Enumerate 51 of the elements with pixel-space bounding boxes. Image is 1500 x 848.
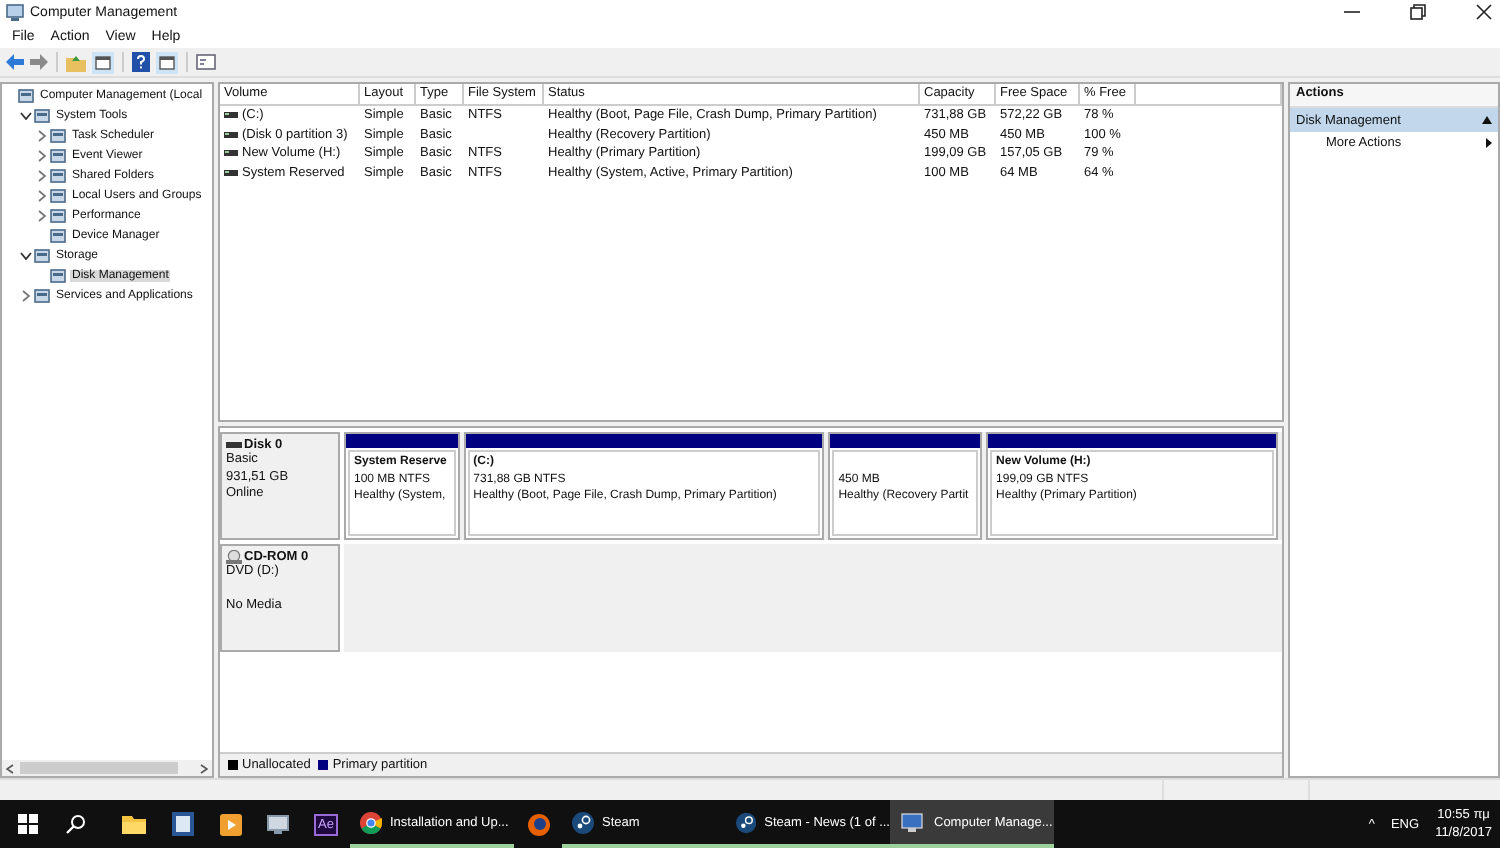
drive-icon [224, 169, 238, 176]
scroll-right-icon[interactable] [200, 763, 208, 773]
help-icon[interactable] [132, 52, 150, 72]
chevron-down-icon[interactable] [20, 112, 32, 120]
console-icon [34, 288, 50, 304]
console-icon[interactable] [196, 54, 216, 70]
forward-arrow-icon[interactable] [30, 54, 48, 70]
console-icon [50, 148, 66, 164]
console-icon [34, 108, 50, 124]
scroll-left-icon[interactable] [6, 763, 14, 773]
console-icon [18, 88, 34, 104]
computer-icon [265, 813, 291, 835]
submenu-triangle-icon[interactable] [1486, 138, 1492, 148]
chevron-right-icon[interactable] [38, 170, 46, 182]
restore-icon[interactable] [1410, 4, 1426, 20]
disc-drive-icon [226, 550, 242, 564]
back-arrow-icon[interactable] [6, 54, 24, 70]
horizontal-scrollbar[interactable] [2, 760, 212, 776]
chevron-down-icon[interactable] [20, 252, 32, 260]
console-icon [50, 228, 66, 244]
panel-icon[interactable] [92, 51, 114, 73]
chevron-right-icon[interactable] [38, 210, 46, 222]
firefox-icon [527, 813, 549, 835]
close-icon[interactable] [1476, 4, 1492, 20]
drive-icon [224, 150, 238, 157]
computer-icon [900, 811, 926, 833]
console-icon [34, 248, 50, 264]
console-icon [50, 188, 66, 204]
chevron-right-icon[interactable] [38, 130, 46, 142]
chrome-icon [360, 811, 382, 833]
steam-icon [572, 811, 594, 833]
collapse-triangle-icon[interactable] [1482, 116, 1492, 124]
document-icon [171, 812, 193, 836]
console-icon [50, 268, 66, 284]
chevron-right-icon[interactable] [38, 150, 46, 162]
play-icon [219, 813, 241, 835]
windows-start-icon[interactable] [18, 814, 38, 834]
steam-icon [736, 811, 757, 833]
drive-icon [224, 131, 238, 138]
folder-up-icon[interactable] [66, 53, 86, 71]
folder-icon [122, 814, 146, 834]
app-icon [6, 3, 24, 21]
search-icon[interactable] [66, 814, 86, 834]
chevron-right-icon[interactable] [22, 290, 30, 302]
console-icon [50, 168, 66, 184]
console-icon [50, 128, 66, 144]
disk-drive-icon [226, 442, 242, 448]
panel-icon[interactable] [156, 51, 178, 73]
drive-icon [224, 112, 238, 119]
console-icon [50, 208, 66, 224]
chevron-right-icon[interactable] [38, 190, 46, 202]
